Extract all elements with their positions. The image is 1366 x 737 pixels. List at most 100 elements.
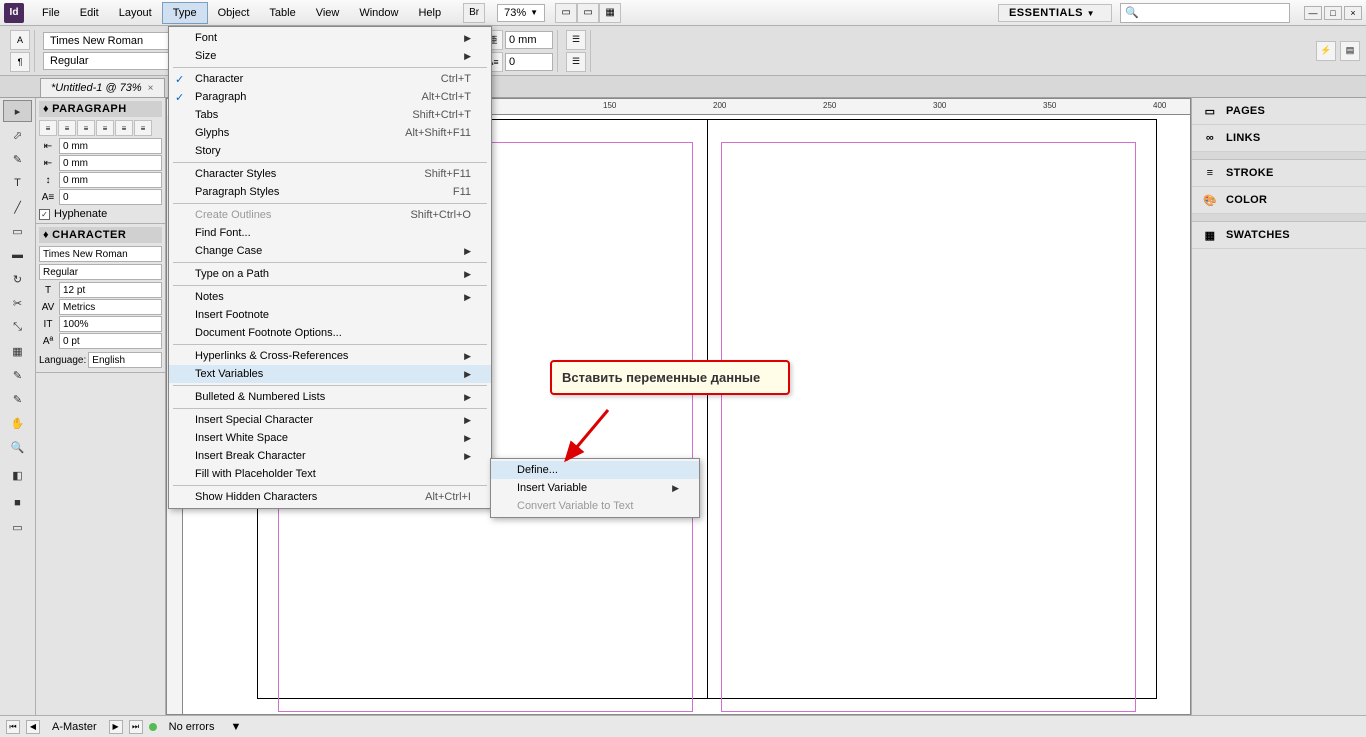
menu-font[interactable]: Font▶: [169, 29, 491, 47]
align-center[interactable]: ≡: [58, 120, 76, 136]
flash-icon[interactable]: ⚡: [1316, 41, 1336, 61]
menu-hyperlinks[interactable]: Hyperlinks & Cross-References▶: [169, 347, 491, 365]
menu-text-variables[interactable]: Text Variables▶: [169, 365, 491, 383]
menu-tabs[interactable]: TabsShift+Ctrl+T: [169, 106, 491, 124]
menu-size[interactable]: Size▶: [169, 47, 491, 65]
firstline-value[interactable]: 0 mm: [59, 155, 162, 171]
menu-fill-placeholder[interactable]: Fill with Placeholder Text: [169, 465, 491, 483]
justify-right[interactable]: ≡: [134, 120, 152, 136]
menu-character[interactable]: ✓CharacterCtrl+T: [169, 70, 491, 88]
indent-value[interactable]: 0 mm: [59, 138, 162, 154]
transform-tool[interactable]: ⤡: [3, 316, 32, 338]
dropcap-input[interactable]: 0: [505, 53, 553, 71]
char-format-icon[interactable]: A: [10, 30, 30, 50]
menu-para-styles[interactable]: Paragraph StylesF11: [169, 183, 491, 201]
menu-insert-special[interactable]: Insert Special Character▶: [169, 411, 491, 429]
status-caret[interactable]: ▼: [230, 721, 241, 733]
style-select[interactable]: Regular: [39, 264, 162, 280]
menu-notes[interactable]: Notes▶: [169, 288, 491, 306]
lang-select[interactable]: English: [88, 352, 162, 368]
list-icon[interactable]: ☰: [566, 30, 586, 50]
menu-paragraph[interactable]: ✓ParagraphAlt+Ctrl+T: [169, 88, 491, 106]
minimize-button[interactable]: —: [1304, 6, 1322, 20]
menu-bulleted[interactable]: Bulleted & Numbered Lists▶: [169, 388, 491, 406]
document-tab[interactable]: *Untitled-1 @ 73% ×: [40, 78, 165, 97]
color-toggle[interactable]: ■: [3, 492, 32, 514]
menu-show-hidden[interactable]: Show Hidden CharactersAlt+Ctrl+I: [169, 488, 491, 506]
note-tool[interactable]: ✎: [3, 364, 32, 386]
page-label[interactable]: A-Master: [46, 721, 103, 733]
pages-panel[interactable]: ▭PAGES: [1192, 98, 1366, 125]
maximize-button[interactable]: □: [1324, 6, 1342, 20]
links-panel[interactable]: ∞LINKS: [1192, 125, 1366, 152]
fill-toggle[interactable]: ◧: [3, 460, 32, 490]
stroke-panel[interactable]: ≡STROKE: [1192, 160, 1366, 187]
menu-layout[interactable]: Layout: [109, 3, 162, 23]
type-tool[interactable]: T: [3, 172, 32, 194]
rotate-tool[interactable]: ↻: [3, 268, 32, 290]
next-page-button[interactable]: ▶: [109, 720, 123, 734]
menu-view[interactable]: View: [306, 3, 350, 23]
bridge-button[interactable]: Br: [463, 3, 485, 23]
panel-title[interactable]: ♦CHARACTER: [39, 227, 162, 243]
view-option-3[interactable]: ▦: [599, 3, 621, 23]
menu-help[interactable]: Help: [408, 3, 451, 23]
menu-window[interactable]: Window: [349, 3, 408, 23]
menu-glyphs[interactable]: GlyphsAlt+Shift+F11: [169, 124, 491, 142]
menu-insert-white[interactable]: Insert White Space▶: [169, 429, 491, 447]
dropcap-value[interactable]: 0: [59, 189, 162, 205]
submenu-define[interactable]: Define...: [491, 461, 699, 479]
color-panel[interactable]: 🎨COLOR: [1192, 187, 1366, 214]
gradient-tool[interactable]: ▦: [3, 340, 32, 362]
view-option-1[interactable]: ▭: [555, 3, 577, 23]
frame-tool[interactable]: ▭: [3, 220, 32, 242]
scale-value[interactable]: 100%: [59, 316, 162, 332]
zoom-tool[interactable]: 🔍: [3, 436, 32, 458]
swatches-panel[interactable]: ▦SWATCHES: [1192, 222, 1366, 249]
panel-menu-icon[interactable]: ▤: [1340, 41, 1360, 61]
list-icon[interactable]: ☰: [566, 52, 586, 72]
last-page-button[interactable]: ⏭: [129, 720, 143, 734]
rect-tool[interactable]: ▬: [3, 244, 32, 266]
menu-type[interactable]: Type: [162, 2, 208, 24]
search-input[interactable]: 🔍: [1120, 3, 1290, 23]
panel-title[interactable]: ♦PARAGRAPH: [39, 101, 162, 117]
font-select[interactable]: Times New Roman: [39, 246, 162, 262]
close-button[interactable]: ×: [1344, 6, 1362, 20]
dropper-tool[interactable]: ✎: [3, 388, 32, 410]
close-icon[interactable]: ×: [148, 83, 154, 94]
workspace-select[interactable]: ESSENTIALS ▼: [998, 4, 1112, 22]
zoom-select[interactable]: 73%▼: [497, 4, 545, 22]
view-option-2[interactable]: ▭: [577, 3, 599, 23]
kern-value[interactable]: Metrics: [59, 299, 162, 315]
menu-table[interactable]: Table: [259, 3, 305, 23]
pen-tool[interactable]: ✎: [3, 148, 32, 170]
mode-toggle[interactable]: ▭: [3, 516, 32, 538]
menu-story[interactable]: Story: [169, 142, 491, 160]
submenu-insert-variable[interactable]: Insert Variable▶: [491, 479, 699, 497]
menu-file[interactable]: File: [32, 3, 70, 23]
baseline-value[interactable]: 0 pt: [59, 333, 162, 349]
selection-tool[interactable]: ▸: [3, 100, 32, 122]
menu-object[interactable]: Object: [208, 3, 260, 23]
direct-select-tool[interactable]: ⬀: [3, 124, 32, 146]
hyphenate-checkbox[interactable]: ✓Hyphenate: [39, 208, 162, 220]
justify-left[interactable]: ≡: [96, 120, 114, 136]
menu-char-styles[interactable]: Character StylesShift+F11: [169, 165, 491, 183]
aki-input[interactable]: 0 mm: [505, 31, 553, 49]
menu-insert-footnote[interactable]: Insert Footnote: [169, 306, 491, 324]
first-page-button[interactable]: ⏮: [6, 720, 20, 734]
scissors-tool[interactable]: ✂: [3, 292, 32, 314]
align-left[interactable]: ≡: [39, 120, 57, 136]
menu-type-on-path[interactable]: Type on a Path▶: [169, 265, 491, 283]
size-value[interactable]: 12 pt: [59, 282, 162, 298]
para-format-icon[interactable]: ¶: [10, 52, 30, 72]
align-right[interactable]: ≡: [77, 120, 95, 136]
menu-insert-break[interactable]: Insert Break Character▶: [169, 447, 491, 465]
hand-tool[interactable]: ✋: [3, 412, 32, 434]
prev-page-button[interactable]: ◀: [26, 720, 40, 734]
menu-find-font[interactable]: Find Font...: [169, 224, 491, 242]
menu-doc-footnote[interactable]: Document Footnote Options...: [169, 324, 491, 342]
line-tool[interactable]: ╱: [3, 196, 32, 218]
space-value[interactable]: 0 mm: [59, 172, 162, 188]
